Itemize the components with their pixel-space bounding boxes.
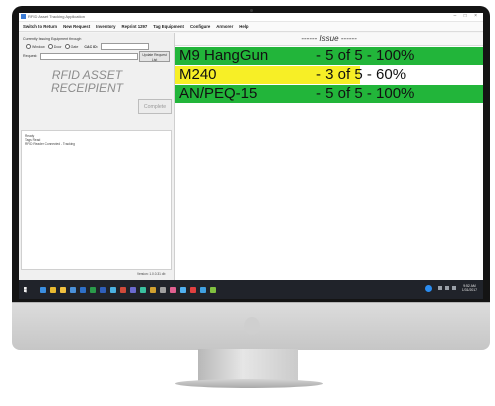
volume-icon[interactable] [444, 286, 449, 290]
radio-door[interactable] [47, 44, 53, 49]
app-icon[interactable] [140, 286, 146, 293]
issue-item-status: - 5 of 5 - 100% [316, 47, 415, 64]
app-icon[interactable] [120, 286, 126, 293]
mail-icon[interactable] [80, 286, 86, 293]
status-log: Ready Tags Read RFID Reader Connected - … [21, 130, 172, 270]
app-icon[interactable] [190, 286, 196, 293]
complete-button[interactable]: Complete [138, 99, 172, 114]
monitor-stand-neck [198, 349, 298, 381]
taskbar: 9:52 AM 1/31/2017 [19, 280, 483, 299]
store-icon[interactable] [70, 286, 76, 293]
radio-window-label: Window [32, 44, 45, 49]
menu-reprint-1297[interactable]: Reprint 1297 [121, 24, 147, 29]
issue-panel: ------ Issue ------ M9 HangGun - 5 of 5 -… [175, 33, 483, 280]
monitor-stand-base [175, 379, 323, 388]
request-label: Request: [23, 54, 38, 58]
screen: RFID Asset Tracking Application – □ × Sw… [19, 13, 483, 299]
version-label: Version: 1.0.0.31 db [137, 272, 166, 276]
edge-icon[interactable] [40, 286, 46, 293]
clock-date: 1/31/2017 [461, 288, 477, 292]
cac-id-input[interactable] [100, 43, 149, 50]
issue-controls: Currently Issuing Equipment through Wind… [19, 33, 174, 129]
apple-logo-icon [244, 317, 260, 335]
app-icon[interactable] [200, 286, 206, 293]
app-icon[interactable] [150, 286, 156, 293]
issue-row: M9 HangGun - 5 of 5 - 100% [175, 47, 483, 65]
window-controls[interactable]: – □ × [454, 13, 481, 20]
issue-item-status: - 3 of 5 - 60% [316, 66, 407, 83]
app-icon[interactable] [180, 286, 186, 293]
radio-gate-label: Gate [70, 44, 79, 49]
system-tray: 9:52 AM 1/31/2017 [424, 284, 477, 292]
update-request-list-button[interactable]: Update Request List [139, 51, 170, 62]
radio-door-label: Door [53, 44, 62, 49]
app-icon[interactable] [170, 286, 176, 293]
word-icon[interactable] [100, 286, 106, 293]
app-icon[interactable] [210, 286, 216, 293]
issue-item-name: AN/PEQ-15 [179, 85, 258, 102]
issue-row: AN/PEQ-15 - 5 of 5 - 100% [175, 85, 483, 103]
app-icon[interactable] [130, 286, 136, 293]
chrome-icon[interactable] [50, 286, 56, 293]
issuing-mode-label: Currently Issuing Equipment through [23, 37, 82, 41]
excel-icon[interactable] [90, 286, 96, 293]
radio-window[interactable] [26, 44, 31, 49]
issue-item-name: M240 [179, 66, 217, 83]
cac-id-label: CAC ID: [84, 44, 98, 49]
menu-inventory[interactable]: Inventory [96, 24, 115, 29]
issue-point-radio-group: Window Door Gate CAC ID: [23, 43, 149, 50]
radio-gate[interactable] [64, 44, 70, 49]
rfid-title-line-2: RECEIPIENT [50, 81, 123, 95]
menu-switch-to-return[interactable]: Switch to Return [23, 24, 57, 29]
network-icon[interactable] [437, 286, 442, 290]
windows-start-icon[interactable] [24, 286, 27, 293]
clock[interactable]: 9:52 AM 1/31/2017 [462, 284, 477, 292]
cortana-icon[interactable] [424, 284, 432, 292]
window-title: RFID Asset Tracking Application [28, 14, 85, 19]
request-input[interactable] [40, 53, 138, 60]
battery-icon[interactable] [451, 286, 456, 290]
menu-tag-equipment[interactable]: Tag Equipment [153, 24, 184, 29]
issue-item-status: - 5 of 5 - 100% [316, 85, 415, 102]
menu-configure[interactable]: Configure [190, 24, 210, 29]
rfid-asset-title: RFID ASSET RECEIPIENT [37, 69, 137, 95]
monitor-chin [12, 302, 490, 350]
left-panel: Currently Issuing Equipment through Wind… [19, 33, 175, 280]
log-line: RFID Reader Connected - Tracking [25, 142, 75, 147]
menu-new-request[interactable]: New Request [63, 24, 90, 29]
issue-header: ------ Issue ------ [175, 33, 483, 46]
issue-item-name: M9 HangGun [179, 47, 269, 64]
menu-help[interactable]: Help [239, 24, 248, 29]
menu-armorer[interactable]: Armorer [216, 24, 233, 29]
window-titlebar: RFID Asset Tracking Application – □ × [19, 13, 483, 22]
menu-bar: Switch to Return New Request Inventory R… [19, 22, 483, 32]
taskbar-apps [40, 286, 220, 293]
camera-icon [250, 9, 253, 12]
app-icon[interactable] [110, 286, 116, 293]
explorer-icon[interactable] [60, 286, 66, 293]
issue-row: M240 - 3 of 5 - 60% [175, 66, 483, 84]
app-icon[interactable] [160, 286, 166, 293]
app-icon [21, 14, 26, 19]
